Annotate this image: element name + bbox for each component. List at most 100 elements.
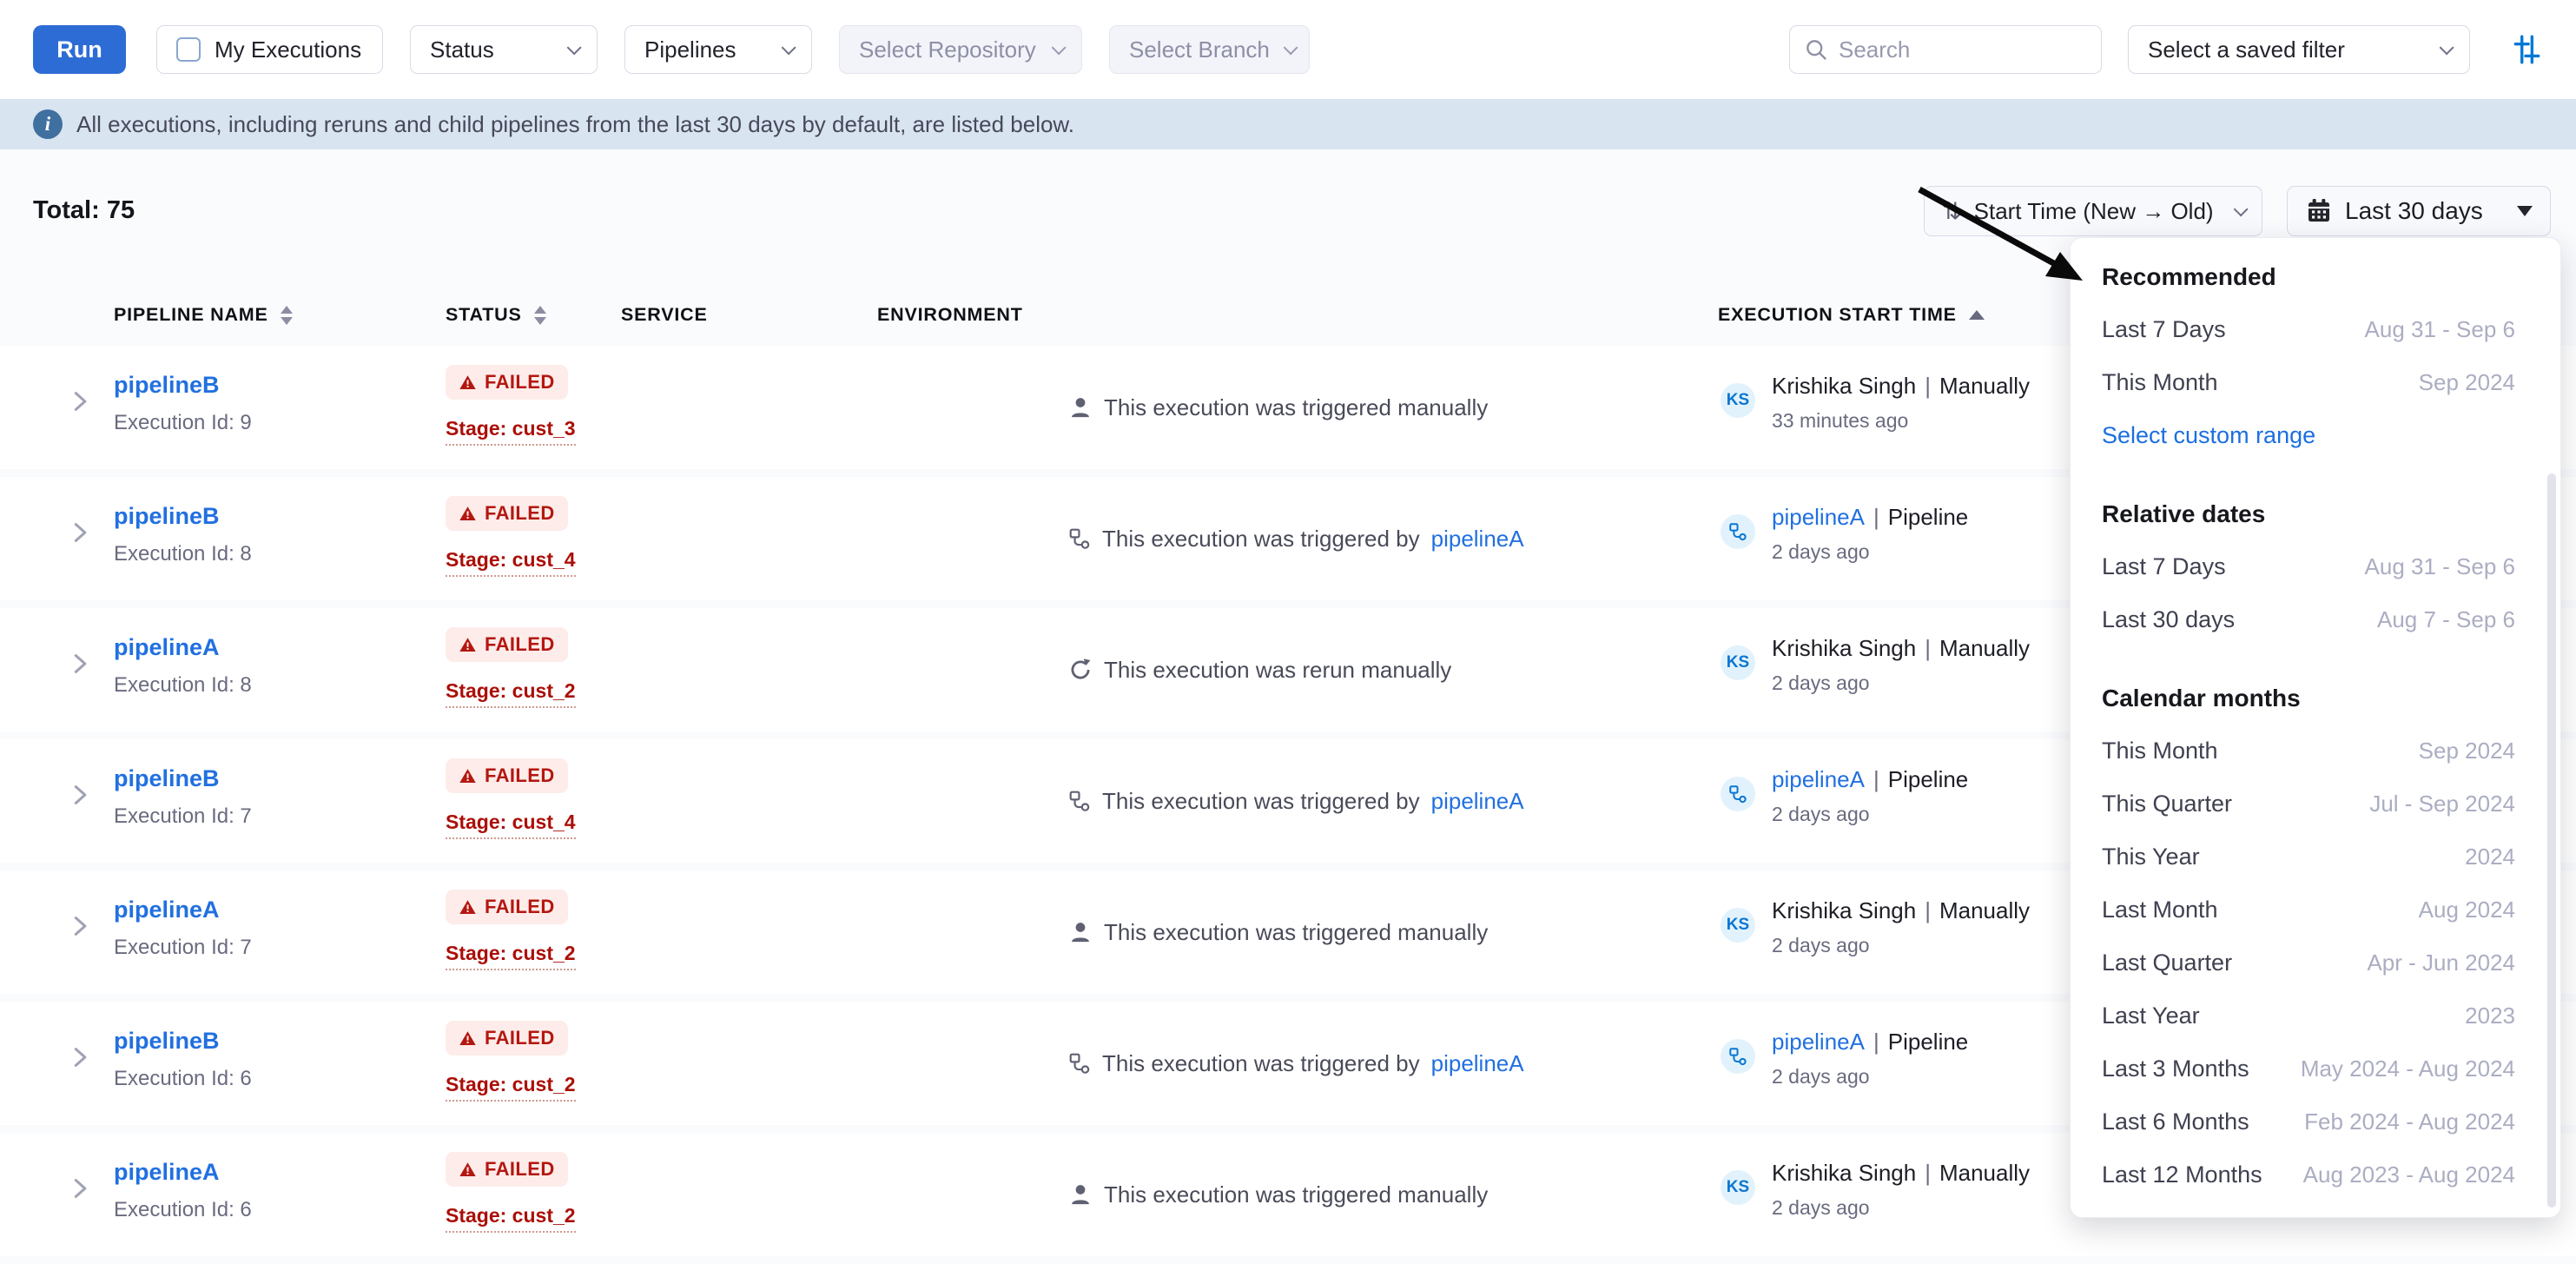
pipeline-name-link[interactable]: pipelineB [114,1028,220,1054]
date-menu-item-last-quarter[interactable]: Last QuarterApr - Jun 2024 [2071,936,2560,989]
actor-line: pipelineA|Pipeline [1772,1029,1968,1056]
sort-toggle-icon[interactable] [534,306,546,325]
warning-icon [459,898,477,917]
execution-id: Execution Id: 6 [114,1067,252,1091]
date-menu-item-this-month[interactable]: This MonthSep 2024 [2071,356,2560,409]
status-badge: FAILED [446,496,568,531]
trigger-pipeline-link[interactable]: pipelineA [1431,1050,1524,1077]
search-input[interactable] [1839,36,2087,63]
date-range-menu: RecommendedLast 7 DaysAug 31 - Sep 6This… [2070,237,2561,1218]
execution-id: Execution Id: 8 [114,542,252,566]
expand-chevron-icon[interactable] [68,652,92,680]
sort-ascending-icon [1969,310,1985,320]
actor-pipeline-link[interactable]: pipelineA [1772,504,1865,530]
stage-link[interactable]: Stage: cust_2 [446,679,576,708]
trigger-pipeline-link[interactable]: pipelineA [1431,526,1524,553]
repository-filter-select[interactable]: Select Repository [839,25,1082,74]
stage-link[interactable]: Stage: cust_2 [446,942,576,970]
date-menu-item-last-month[interactable]: Last MonthAug 2024 [2071,883,2560,936]
pipelines-filter-select[interactable]: Pipelines [624,25,812,74]
actor-pipeline-link[interactable]: pipelineA [1772,766,1865,792]
chevron-down-icon [1284,40,1298,55]
start-time-cell: pipelineA|Pipeline2 days ago [1721,477,2085,600]
date-menu-item-last-7-days[interactable]: Last 7 DaysAug 31 - Sep 6 [2071,540,2560,593]
search-input-wrap[interactable] [1789,25,2102,74]
pipeline-name-link[interactable]: pipelineB [114,765,220,791]
status-filter-select[interactable]: Status [410,25,598,74]
date-menu-item-last-6-months[interactable]: Last 6 MonthsFeb 2024 - Aug 2024 [2071,1095,2560,1148]
expand-chevron-icon[interactable] [68,1045,92,1074]
pipeline-avatar-icon [1721,514,1755,549]
pipeline-name-link[interactable]: pipelineA [114,634,220,660]
stage-link[interactable]: Stage: cust_4 [446,811,576,839]
menu-scrollbar[interactable] [2547,473,2556,1208]
time-ago: 2 days ago [1772,1065,1968,1089]
trigger-mode-label: Manually [1939,897,2030,923]
pipeline-name-cell: pipelineAExecution Id: 6 [114,1159,252,1222]
stage-link[interactable]: Stage: cust_3 [446,417,576,446]
sort-select[interactable]: ⇅ Start Time (New → Old) [1924,186,2262,236]
pipeline-name-link[interactable]: pipelineA [114,897,220,923]
expand-chevron-icon[interactable] [68,783,92,811]
pipeline-avatar-icon [1721,777,1755,811]
date-menu-item-last-7-days[interactable]: Last 7 DaysAug 31 - Sep 6 [2071,303,2560,356]
branch-filter-select[interactable]: Select Branch [1109,25,1310,74]
chevron-down-icon [567,40,582,55]
actor-pipeline-link[interactable]: pipelineA [1772,1029,1865,1055]
filter-sliders-icon[interactable] [2510,33,2543,66]
my-executions-checkbox[interactable] [176,37,201,62]
date-menu-item-this-quarter[interactable]: This QuarterJul - Sep 2024 [2071,778,2560,831]
pipeline-name-cell: pipelineB Execution Id: 6 [114,1028,252,1091]
expand-chevron-icon[interactable] [68,520,92,549]
column-header-service[interactable]: SERVICE [621,304,708,326]
expand-chevron-icon[interactable] [68,389,92,418]
status-badge: FAILED [446,1021,568,1056]
pipeline-name-link[interactable]: pipelineB [114,503,220,529]
trigger-mode-label: Pipeline [1888,766,1969,792]
pipeline-name-link[interactable]: pipelineB [114,372,220,398]
pipeline-trigger-icon [1068,1052,1091,1075]
trigger-mode-label: Manually [1939,373,2030,399]
trigger-text: This execution was triggered manually [1104,394,1488,421]
date-menu-item-select-custom-range[interactable]: Select custom range [2071,409,2560,462]
execution-id: Execution Id: 7 [114,804,252,829]
chevron-down-icon [782,40,796,55]
trigger-mode-label: Manually [1939,1160,2030,1186]
stage-link[interactable]: Stage: cust_2 [446,1073,576,1102]
trigger-info-cell: This execution was triggered manually [1068,1133,1488,1256]
trigger-text: This execution was triggered by [1102,788,1420,815]
time-ago: 2 days ago [1772,803,1968,826]
repository-filter-label: Select Repository [859,36,1036,63]
pipeline-name-cell: pipelineB Execution Id: 8 [114,503,252,566]
date-range-button[interactable]: Last 30 days [2287,186,2551,236]
start-time-cell: KSKrishika Singh|Manually33 minutes ago [1721,346,2085,469]
date-menu-item-this-year[interactable]: This Year2024 [2071,831,2560,883]
trigger-text: This execution was triggered manually [1104,919,1488,946]
run-button[interactable]: Run [33,25,126,74]
user-trigger-icon [1068,1182,1093,1207]
my-executions-toggle[interactable]: My Executions [156,25,383,74]
date-menu-item-last-30-days[interactable]: Last 30 daysAug 7 - Sep 6 [2071,593,2560,646]
stage-link[interactable]: Stage: cust_4 [446,548,576,577]
column-header-environment[interactable]: ENVIRONMENT [877,304,1023,326]
pipeline-trigger-icon [1068,527,1091,550]
date-menu-item-this-month[interactable]: This MonthSep 2024 [2071,725,2560,778]
pipeline-avatar-icon [1721,1039,1755,1074]
trigger-pipeline-link[interactable]: pipelineA [1431,788,1524,815]
start-time-cell: KSKrishika Singh|Manually2 days ago [1721,1133,2085,1256]
sort-select-label: Start Time (New → Old) [1974,198,2214,225]
caret-down-icon [2517,206,2533,216]
expand-chevron-icon[interactable] [68,914,92,943]
date-menu-item-last-12-months[interactable]: Last 12 MonthsAug 2023 - Aug 2024 [2071,1148,2560,1201]
column-header-status[interactable]: STATUS [446,304,546,326]
saved-filter-select[interactable]: Select a saved filter [2128,25,2470,74]
date-menu-item-last-year[interactable]: Last Year2023 [2071,989,2560,1042]
date-menu-item-last-3-months[interactable]: Last 3 MonthsMay 2024 - Aug 2024 [2071,1042,2560,1095]
stage-link[interactable]: Stage: cust_2 [446,1204,576,1233]
pipeline-name-link[interactable]: pipelineA [114,1159,220,1185]
expand-chevron-icon[interactable] [68,1176,92,1205]
column-header-pipeline-name[interactable]: PIPELINE NAME [114,304,293,326]
column-header-execution-start-time[interactable]: EXECUTION START TIME [1718,304,1985,326]
sort-arrows-icon: ⇅ [1942,198,1962,225]
sort-toggle-icon[interactable] [281,306,293,325]
